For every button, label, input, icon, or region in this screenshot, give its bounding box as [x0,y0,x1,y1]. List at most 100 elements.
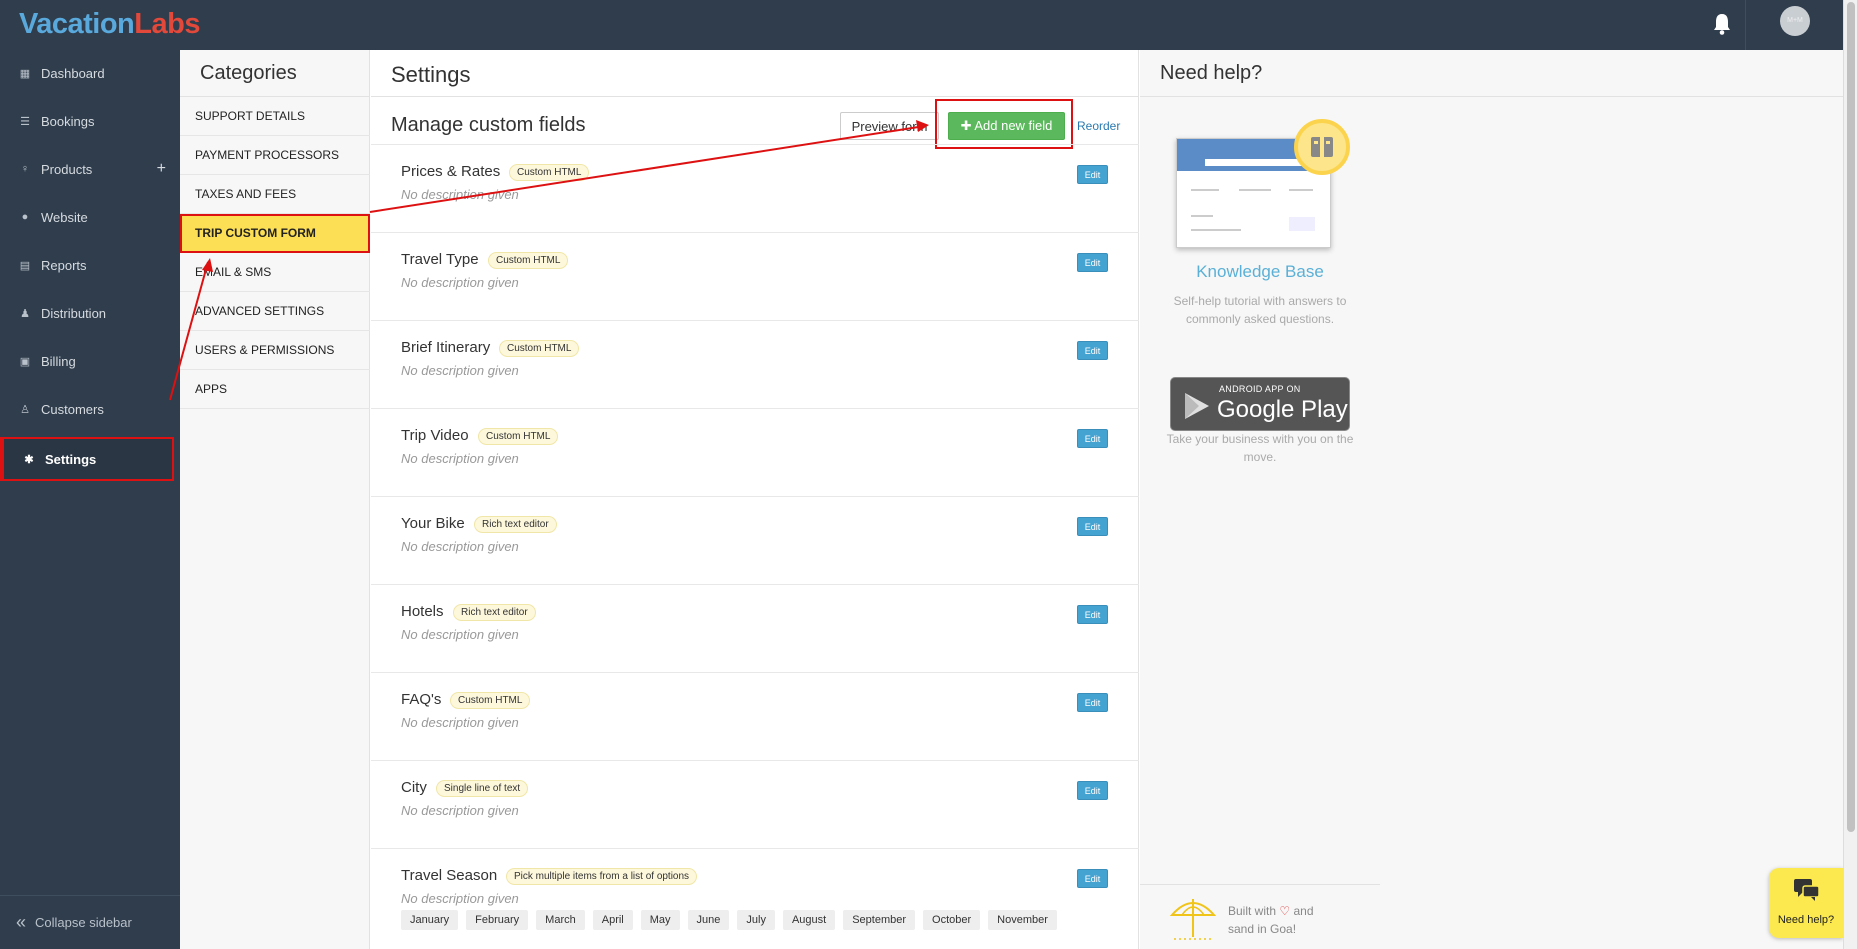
category-apps[interactable]: APPS [180,370,370,409]
top-bar: VacationLabs M+M [0,0,1843,50]
play-icon [1185,393,1209,419]
google-play-small-text: ANDROID APP ON [1219,384,1301,394]
google-play-badge[interactable]: ANDROID APP ON Google Play [1170,377,1350,431]
field-description: No description given [401,187,519,202]
heart-icon: ♡ [1279,904,1291,918]
divider [371,96,1139,97]
list-icon: ☰ [20,115,30,128]
sidebar-item-label: Billing [41,353,76,369]
category-taxes-and-fees[interactable]: TAXES AND FEES [180,175,370,214]
thumbnail-line [1239,189,1271,191]
custom-field-row: Brief Itinerary Custom HTML No description… [371,321,1139,409]
section-title: Manage custom fields [391,114,586,136]
edit-button[interactable]: Edit [1077,781,1108,800]
sidebar-item-website[interactable]: ● Website [0,197,180,237]
edit-button[interactable]: Edit [1077,253,1108,272]
field-name: Prices & Rates [401,163,501,180]
field-name: City [401,779,427,796]
field-description: No description given [401,715,519,730]
sidebar-item-label: Products [41,161,93,177]
sidebar-item-label: Customers [41,401,104,417]
thumbnail-searchbar [1205,159,1305,166]
topbar-divider [1745,0,1746,50]
sidebar-item-settings[interactable]: ✱ Settings [0,437,174,481]
knowledge-base-link[interactable]: Knowledge Base [1140,262,1380,282]
edit-button[interactable]: Edit [1077,429,1108,448]
field-description: No description given [401,539,519,554]
chat-icon [1794,879,1820,901]
logo[interactable]: VacationLabs [19,8,200,41]
field-name: Trip Video [401,427,469,444]
custom-field-row: Prices & Rates Custom HTML No description … [371,145,1139,233]
thumbnail-line [1191,215,1213,217]
knowledge-base-description: Self-help tutorial with answers to commo… [1173,294,1347,326]
logo-part2: Labs [134,8,200,40]
globe-icon: ● [21,211,29,223]
add-new-field-button[interactable]: ✚ Add new field [948,112,1065,140]
category-trip-custom-form[interactable]: TRIP CUSTOM FORM [180,214,370,253]
edit-button[interactable]: Edit [1077,341,1108,360]
edit-button[interactable]: Edit [1077,165,1108,184]
sidebar: ▦ Dashboard ☰ Bookings ♀ Products + ● Website… [0,50,180,949]
book-icon [1294,119,1350,175]
reorder-link[interactable]: Reorder [1077,119,1120,133]
category-payment-processors[interactable]: PAYMENT PROCESSORS [180,136,370,175]
scrollbar[interactable] [1843,0,1857,949]
sidebar-item-label: Dashboard [41,65,105,81]
google-play-big-text: Google Play [1217,396,1348,423]
preview-form-button[interactable]: Preview form [840,112,939,140]
avatar[interactable]: M+M [1780,6,1810,36]
field-description: No description given [401,363,519,378]
need-help-widget[interactable]: Need help? [1769,868,1843,938]
custom-field-row: Travel Season Pick multiple items from a … [371,849,1139,949]
scrollbar-thumb[interactable] [1847,2,1855,832]
field-description: No description given [401,891,519,906]
users-icon: ♟ [20,307,30,320]
sidebar-item-distribution[interactable]: ♟ Distribution [0,293,180,333]
category-email-sms[interactable]: EMAIL & SMS [180,253,370,292]
collapse-sidebar-label: Collapse sidebar [35,915,132,930]
field-type-badge: Rich text editor [453,604,536,621]
collapse-sidebar-button[interactable]: « Collapse sidebar [0,895,180,949]
custom-field-row: Travel Type Custom HTML No description giv… [371,233,1139,321]
option-tag: June [687,910,730,930]
settings-panel: Settings Manage custom fields Preview fo… [371,50,1139,949]
sidebar-item-label: Bookings [41,113,95,129]
field-name: Travel Type [401,251,479,268]
sidebar-item-dashboard[interactable]: ▦ Dashboard [0,53,180,93]
field-type-badge: Custom HTML [450,692,531,709]
field-options: January February March April May June July Augu… [401,910,1057,930]
field-type-badge: Custom HTML [488,252,569,269]
bell-icon[interactable] [1710,11,1734,37]
field-description: No description given [401,451,519,466]
page-title: Settings [391,62,471,87]
edit-button[interactable]: Edit [1077,693,1108,712]
field-type-badge: Custom HTML [478,428,559,445]
thumbnail-box [1289,217,1315,231]
custom-field-row: FAQ's Custom HTML No description given Edit [371,673,1139,761]
option-tag: November [988,910,1057,930]
option-tag: February [466,910,529,930]
help-panel: Need help? Knowledge Base Self-help tuto… [1140,50,1843,949]
sidebar-item-products[interactable]: ♀ Products + [0,149,180,189]
need-help-label: Need help? [1777,914,1835,926]
sidebar-item-reports[interactable]: ▤ Reports [0,245,180,285]
option-tag: August [782,910,836,930]
built-line1: Built with ♡ and [1228,904,1314,918]
umbrella-icon [1169,899,1217,940]
calendar-icon: ▦ [19,67,31,80]
sidebar-item-bookings[interactable]: ☰ Bookings [0,101,180,141]
edit-button[interactable]: Edit [1077,869,1108,888]
sidebar-item-label: Settings [45,451,97,467]
option-tag: March [536,910,585,930]
sidebar-item-billing[interactable]: ▣ Billing [0,341,180,381]
edit-button[interactable]: Edit [1077,517,1108,536]
sidebar-item-customers[interactable]: ♙ Customers [0,389,180,429]
field-type-badge: Rich text editor [474,516,557,533]
category-advanced-settings[interactable]: ADVANCED SETTINGS [180,292,370,331]
add-product-icon[interactable]: + [157,160,166,178]
category-users-permissions[interactable]: USERS & PERMISSIONS [180,331,370,370]
option-tag: September [843,910,916,930]
category-support-details[interactable]: SUPPORT DETAILS [180,97,370,136]
edit-button[interactable]: Edit [1077,605,1108,624]
